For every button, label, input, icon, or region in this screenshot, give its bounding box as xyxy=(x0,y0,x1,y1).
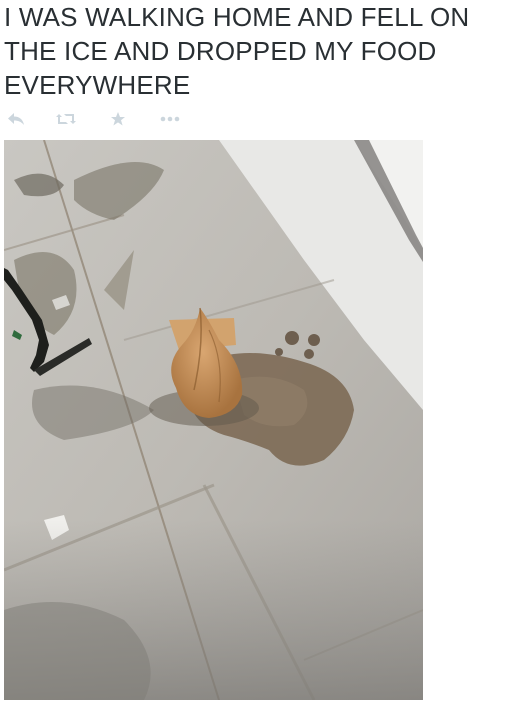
more-dots-icon xyxy=(160,116,180,122)
favorite-button[interactable] xyxy=(106,108,130,130)
tweet-actions xyxy=(4,108,204,130)
tweet-photo[interactable] xyxy=(4,140,423,700)
reply-button[interactable] xyxy=(4,108,28,130)
retweet-button[interactable] xyxy=(54,108,78,130)
reply-icon xyxy=(8,113,24,125)
star-icon xyxy=(111,112,125,126)
more-button[interactable] xyxy=(158,108,182,130)
tweet-text: I WAS WALKING HOME AND FELL ON THE ICE A… xyxy=(4,2,470,100)
retweet-icon xyxy=(56,114,76,124)
spilled-food-photo xyxy=(4,140,423,700)
